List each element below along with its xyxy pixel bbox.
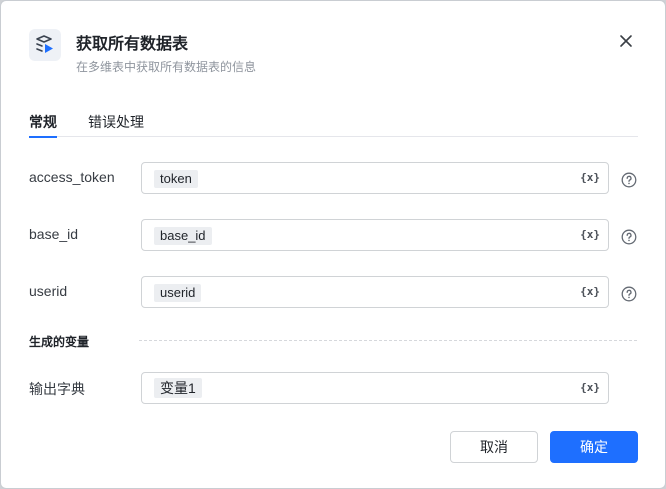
variable-icon[interactable]: {x} bbox=[580, 228, 600, 241]
tab-error-handling[interactable]: 错误处理 bbox=[88, 112, 144, 137]
confirm-button[interactable]: 确定 bbox=[550, 431, 638, 463]
variable-icon[interactable]: {x} bbox=[580, 171, 600, 184]
base-id-label: base_id bbox=[29, 226, 79, 242]
tab-general[interactable]: 常规 bbox=[29, 112, 57, 138]
close-button[interactable] bbox=[614, 29, 638, 53]
base-id-input[interactable]: base_id {x} bbox=[141, 219, 609, 251]
dialog: 获取所有数据表 在多维表中获取所有数据表的信息 常规 错误处理 access_t… bbox=[0, 0, 666, 489]
userid-chip: userid bbox=[154, 284, 202, 302]
access-token-input[interactable]: token {x} bbox=[141, 162, 609, 194]
section-divider bbox=[139, 340, 637, 341]
help-icon[interactable] bbox=[621, 229, 637, 245]
dialog-title: 获取所有数据表 bbox=[76, 36, 189, 53]
userid-input[interactable]: userid {x} bbox=[141, 276, 609, 308]
output-dict-label: 输出字典 bbox=[29, 381, 85, 397]
generated-variables-heading: 生成的变量 bbox=[29, 335, 90, 349]
base-id-chip: base_id bbox=[154, 227, 212, 245]
help-icon[interactable] bbox=[621, 286, 637, 302]
close-icon bbox=[620, 35, 632, 47]
access-token-label: access_token bbox=[29, 169, 115, 185]
table-stack-icon bbox=[29, 29, 61, 61]
variable-icon[interactable]: {x} bbox=[580, 381, 600, 394]
help-icon[interactable] bbox=[621, 172, 637, 188]
output-dict-input[interactable]: 变量1 {x} bbox=[141, 372, 609, 404]
dialog-subtitle: 在多维表中获取所有数据表的信息 bbox=[76, 60, 257, 74]
output-variable-chip: 变量1 bbox=[154, 378, 202, 398]
access-token-chip: token bbox=[154, 170, 198, 188]
tab-bar: 常规 错误处理 bbox=[29, 103, 638, 138]
variable-icon[interactable]: {x} bbox=[580, 285, 600, 298]
userid-label: userid bbox=[29, 283, 68, 299]
cancel-button[interactable]: 取消 bbox=[450, 431, 538, 463]
